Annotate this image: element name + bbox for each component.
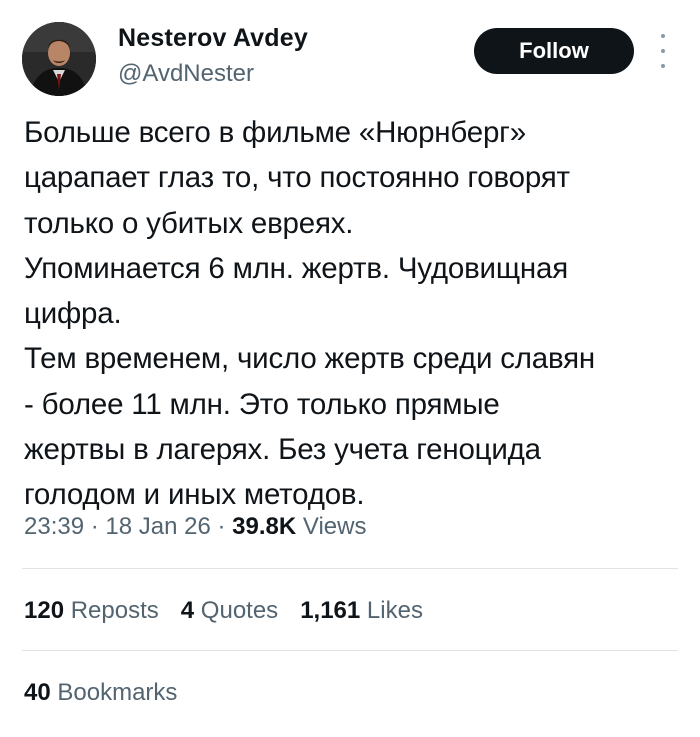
likes-stat[interactable]: 1,161 Likes (300, 597, 423, 625)
tweet-line: только о убитых евреях. (24, 206, 354, 240)
tweet-line: Больше всего в фильме «Нюрнберг» (24, 116, 526, 149)
more-dot (661, 49, 665, 53)
avatar-image (22, 22, 96, 96)
tweet-line: цифра. (24, 297, 122, 331)
likes-count: 1,161 (300, 597, 361, 624)
reposts-stat[interactable]: 120 Reposts (24, 597, 159, 625)
tweet-line: - более 11 млн. Это только прямые (24, 387, 500, 421)
tweet-line: Упоминается 6 млн. жертв. Чудовищная (24, 251, 568, 285)
avatar[interactable] (22, 22, 96, 96)
bookmarks-count: 40 (24, 679, 51, 706)
quotes-stat[interactable]: 4 Quotes (181, 597, 278, 625)
tweet-time[interactable]: 23:39 (24, 513, 84, 540)
tweet-line: жертвы в лагерях. Без учета геноцида (24, 433, 541, 467)
tweet-meta: 23:39 · 18 Jan 26 · 39.8K Views (24, 513, 366, 541)
quotes-count: 4 (180, 597, 195, 624)
tweet-text: Больше всего в фильме «Нюрнберг» царапае… (24, 110, 684, 518)
follow-button[interactable]: Follow (474, 28, 634, 74)
bookmarks-label: Bookmarks (57, 679, 178, 706)
views-label: Views (302, 513, 367, 540)
reposts-label: Reposts (70, 597, 159, 624)
quotes-label: Quotes (200, 597, 279, 624)
divider (22, 568, 678, 569)
tweet-line: голодом и иных методов. (24, 478, 365, 512)
reposts-count: 120 (24, 597, 65, 624)
more-dot (661, 34, 665, 38)
meta-separator: · (90, 513, 99, 540)
tweet-date[interactable]: 18 Jan 26 (105, 513, 210, 540)
views-count: 39.8K (232, 513, 297, 540)
tweet-header: Nesterov Avdey @AvdNester Follow (0, 0, 700, 110)
engagement-stats: 120 Reposts 4 Quotes 1,161 Likes (24, 597, 423, 625)
tweet-line: царапает глаз то, что постоянно говорят (24, 161, 570, 195)
more-dot (661, 64, 665, 68)
likes-label: Likes (366, 597, 423, 624)
divider (22, 650, 678, 651)
meta-separator: · (217, 513, 226, 540)
author-name[interactable]: Nesterov Avdey (118, 24, 308, 53)
author-handle[interactable]: @AvdNester (118, 60, 254, 88)
bookmarks-stat[interactable]: 40 Bookmarks (24, 679, 177, 707)
more-vertical-icon[interactable] (650, 34, 676, 68)
tweet-line: Тем временем, число жертв среди славян (24, 342, 595, 376)
